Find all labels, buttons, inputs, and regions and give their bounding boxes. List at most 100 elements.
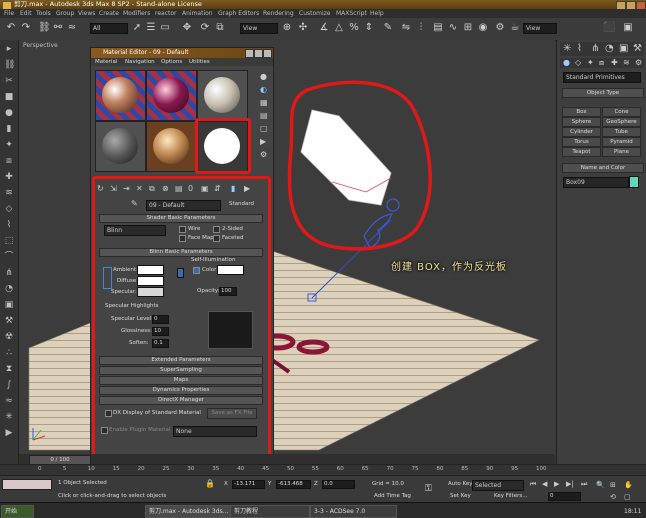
preview-tool-icon[interactable]: ▶ (4, 428, 14, 438)
snap-toggle-icon[interactable]: ∡ (318, 22, 330, 34)
select-manipulate-icon[interactable]: ✣ (297, 22, 309, 34)
box-tool-icon[interactable]: ■ (4, 92, 14, 102)
unlink-tool-icon[interactable]: ✂ (4, 76, 14, 86)
get-material-icon[interactable]: ↻ (97, 184, 104, 193)
systems-icon[interactable]: ⚙ (635, 58, 642, 67)
time-slider[interactable]: 0 / 100 (19, 454, 555, 465)
assign-material-icon[interactable]: ⇥ (123, 184, 130, 193)
link-icon[interactable]: ⛓ (4, 60, 15, 70)
background-icon[interactable]: ▦ (260, 98, 268, 107)
menu-graph-editors[interactable]: Graph Editors (218, 10, 259, 17)
bend-tool-icon[interactable]: ⌒ (4, 252, 14, 262)
glossiness-spinner[interactable]: 10 (152, 327, 169, 336)
zoom-all-icon[interactable]: ⊞ (610, 481, 616, 489)
options-icon[interactable]: ⚙ (260, 150, 267, 159)
reactor-tool-icon[interactable]: ☢ (4, 332, 14, 342)
selection-filter-dropdown[interactable]: All (90, 23, 128, 34)
shader-dropdown[interactable]: Blinn (104, 225, 166, 236)
menu-help[interactable]: Help (370, 10, 384, 17)
unique-icon[interactable]: ⊗ (162, 184, 169, 193)
add-time-tag-button[interactable]: Add Time Tag (374, 493, 411, 499)
reference-coordinate-dropdown[interactable]: View (240, 23, 278, 34)
motion-tool-icon[interactable]: ◔ (4, 284, 14, 294)
menu-maxscript[interactable]: MAXScript (336, 10, 367, 17)
sample-slot-5[interactable] (146, 121, 197, 172)
make-preview-icon[interactable]: ▶ (260, 137, 266, 146)
modify-tab-icon[interactable]: ⌇ (577, 43, 582, 54)
cameras-icon[interactable]: ⧈ (599, 58, 604, 68)
ambient-diffuse-lock-icon[interactable] (103, 267, 112, 289)
key-icon[interactable]: ⚿ (425, 484, 432, 494)
extended-parameters-rollout[interactable]: Extended Parameters (99, 356, 263, 365)
enable-plugin-checkbox[interactable] (101, 427, 108, 434)
sphere-button[interactable]: Sphere (562, 117, 601, 127)
cylinder-button[interactable]: Cylinder (562, 127, 601, 137)
utilities-tab-icon[interactable]: ⚒ (633, 43, 642, 54)
render-type-dropdown[interactable]: View (523, 23, 557, 34)
menu-modifiers[interactable]: Modifiers (123, 10, 150, 17)
helper-tool-icon[interactable]: ✚ (4, 172, 14, 182)
bind-spacewarp-icon[interactable]: ≈ (66, 22, 78, 34)
active-shade-icon[interactable]: ▣ (622, 22, 634, 34)
menu-rendering[interactable]: Rendering (263, 10, 294, 17)
light-tool-icon[interactable]: ✦ (4, 140, 14, 150)
key-filters-button[interactable]: Key Filters... (494, 493, 527, 499)
select-scale-icon[interactable]: ⧉ (214, 22, 226, 34)
create-tab-icon[interactable]: ✳ (563, 43, 571, 54)
fracture-tool-icon[interactable]: ✳ (4, 412, 14, 422)
hierarchy-tool-icon[interactable]: ⋔ (4, 268, 14, 278)
material-effects-icon[interactable]: 0 (188, 184, 193, 193)
supersampling-rollout[interactable]: SuperSampling (99, 366, 263, 375)
zoom-icon[interactable]: 🔍 (596, 481, 605, 489)
put-material-icon[interactable]: ⇲ (110, 184, 117, 193)
box-button[interactable]: Box (562, 107, 601, 117)
plane-button[interactable]: Plane (602, 147, 641, 157)
menu-views[interactable]: Views (78, 10, 95, 17)
menu-file[interactable]: File (4, 10, 14, 17)
dynamics-properties-rollout[interactable]: Dynamics Properties (99, 386, 263, 395)
geosphere-button[interactable]: GeoSphere (602, 117, 641, 127)
spinner-snap-icon[interactable]: ⇕ (363, 22, 375, 34)
two-sided-checkbox[interactable] (213, 226, 220, 233)
spacewarp-tool-icon[interactable]: ≋ (4, 188, 14, 198)
current-frame-field[interactable]: 0 (548, 492, 581, 501)
torus-button[interactable]: Torus (562, 137, 601, 147)
maximize-viewport-icon[interactable]: ▢ (624, 493, 631, 501)
angle-snap-icon[interactable]: △ (333, 22, 345, 34)
plugin-material-dropdown[interactable]: None (173, 426, 257, 437)
schematic-view-icon[interactable]: ⊞ (462, 22, 474, 34)
go-to-end-icon[interactable]: ⏭ (581, 480, 587, 489)
material-type-button[interactable]: Standard (229, 201, 254, 207)
diffuse-color-swatch[interactable] (137, 276, 164, 286)
show-map-icon[interactable]: ▣ (201, 184, 209, 193)
mated-menu-options[interactable]: Options (161, 59, 182, 65)
task-acdsee[interactable]: 3-3 - ACDSee 7.0 (310, 505, 397, 518)
unlink-icon[interactable]: ⚯ (52, 22, 64, 34)
object-name-field[interactable]: Box09 (563, 177, 629, 188)
menu-group[interactable]: Group (56, 10, 74, 17)
geometry-icon[interactable]: ● (563, 58, 570, 67)
water-tool-icon[interactable]: ≈ (4, 396, 14, 406)
wire-checkbox[interactable] (179, 226, 186, 233)
select-icon[interactable]: ▸ (4, 44, 14, 54)
region-select-icon[interactable]: ▭ (159, 22, 171, 34)
extrude-tool-icon[interactable]: ⬚ (4, 236, 14, 246)
reset-material-icon[interactable]: ✕ (136, 184, 143, 193)
camera-tool-icon[interactable]: ⧈ (4, 156, 14, 166)
orbit-icon[interactable]: ⟲ (610, 493, 616, 501)
spacewarps-icon[interactable]: ≋ (623, 58, 630, 67)
go-to-parent-icon[interactable]: ▮ (231, 184, 235, 193)
cone-button[interactable]: Cone (602, 107, 641, 117)
go-forward-icon[interactable]: ▶ (244, 184, 250, 193)
hierarchy-tab-icon[interactable]: ⋔ (591, 43, 599, 54)
task-tutorial-folder[interactable]: 剪刀教程 (230, 505, 310, 518)
set-key-button[interactable]: Set Key (450, 493, 471, 499)
specular-color-swatch[interactable] (137, 287, 164, 297)
percent-snap-icon[interactable]: % (348, 22, 360, 34)
name-and-color-rollout[interactable]: Name and Color (562, 163, 644, 173)
select-link-icon[interactable]: ⛓ (38, 22, 51, 34)
menu-create[interactable]: Create (99, 10, 119, 17)
redo-icon[interactable]: ↷ (20, 22, 32, 34)
self-illum-color-swatch[interactable] (217, 265, 244, 275)
shader-basic-rollout[interactable]: Shader Basic Parameters (99, 214, 263, 223)
